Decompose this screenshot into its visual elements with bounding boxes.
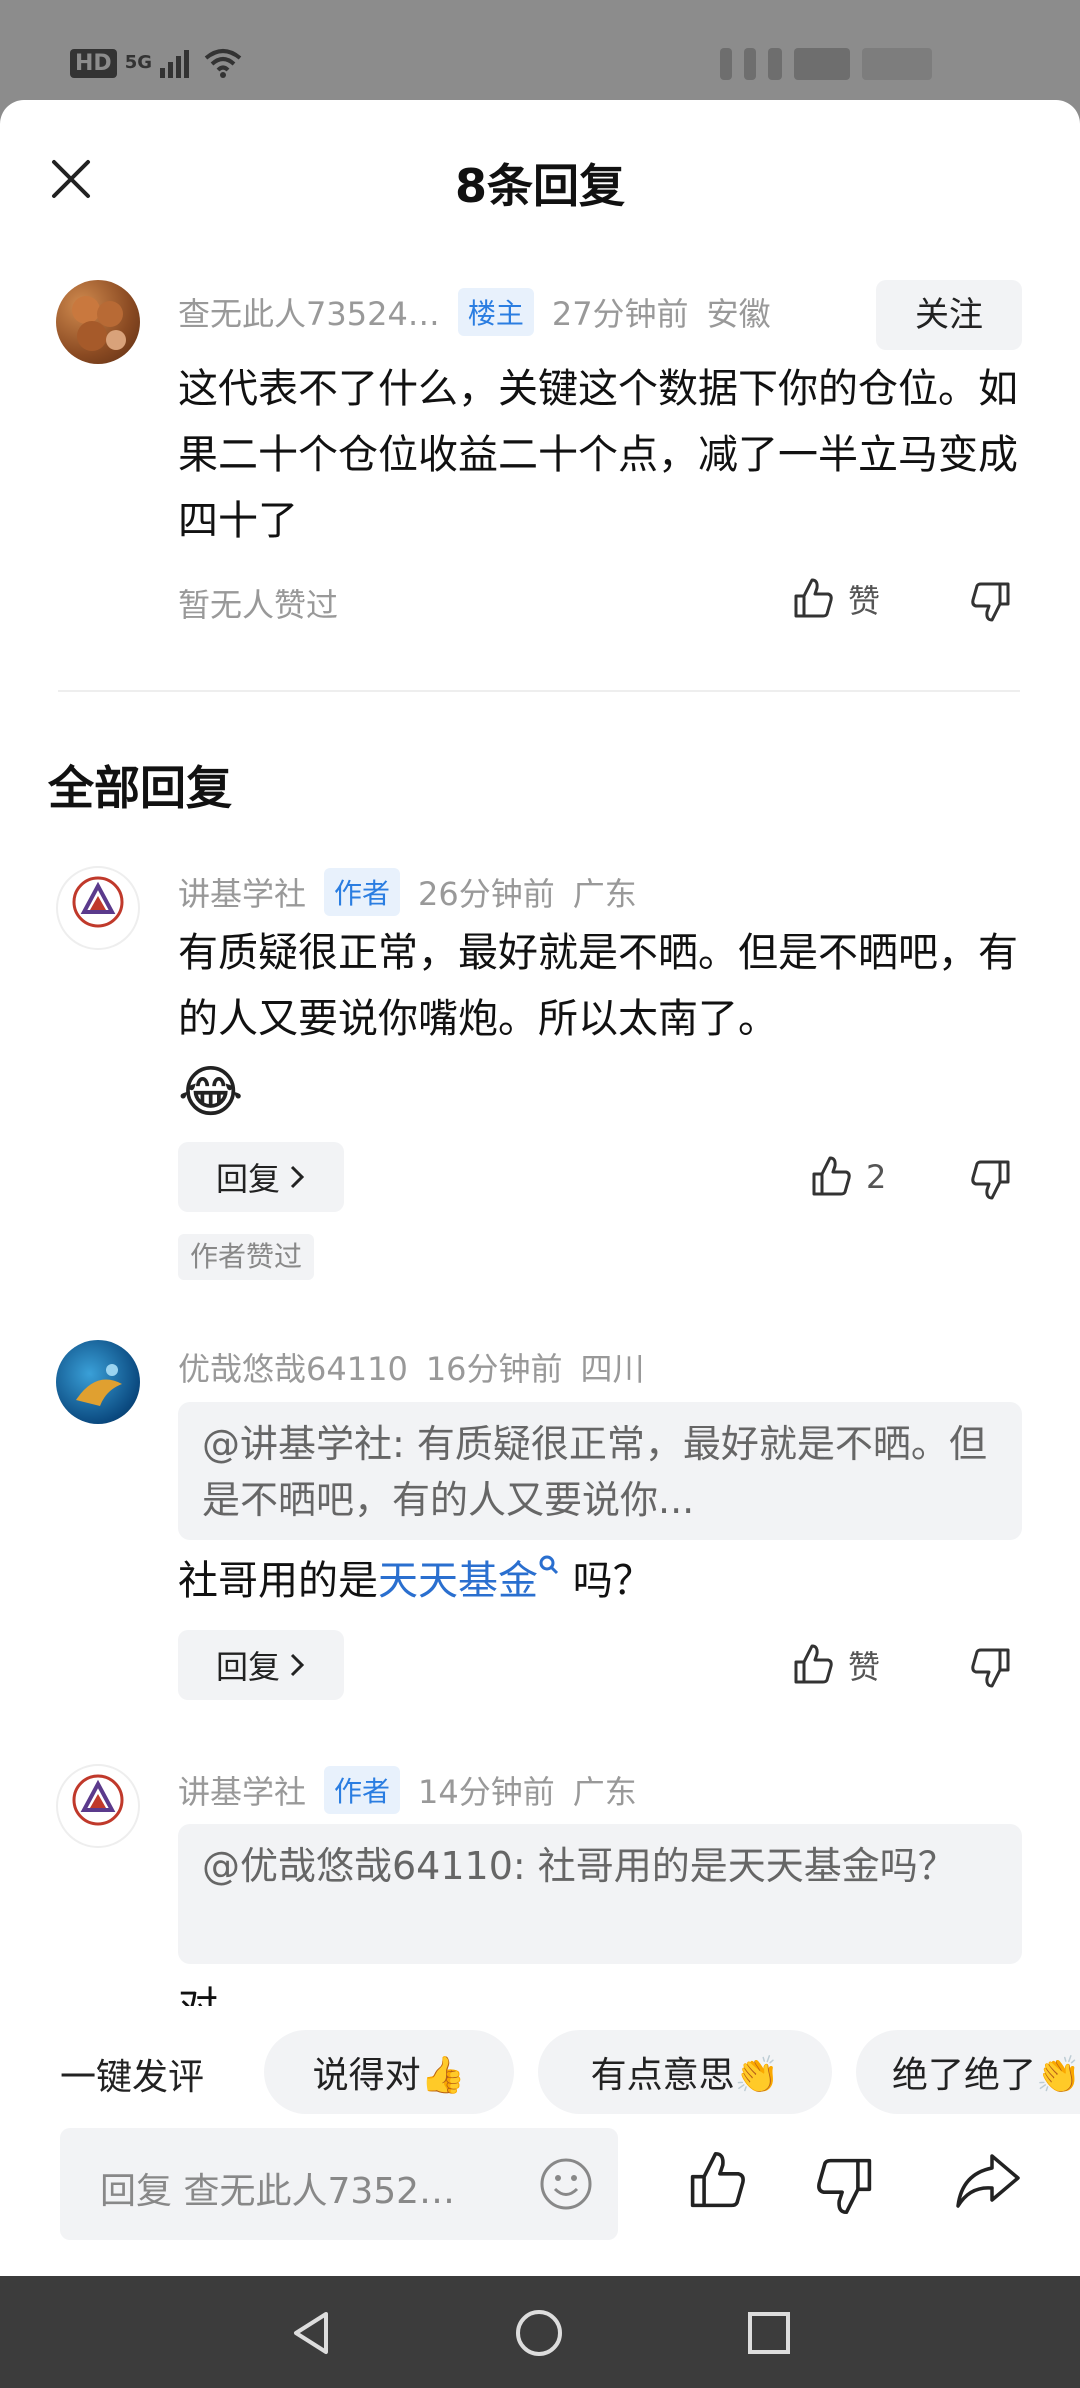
quoted-comment[interactable]: @优哉悠哉64110: 社哥用的是天天基金吗？ <box>178 1824 1022 1964</box>
quoted-comment[interactable]: @讲基学社: 有质疑很正常，最好就是不晒。但是不晒吧，有的人又要说你... <box>178 1402 1022 1540</box>
chevron-right-icon <box>290 1653 305 1677</box>
thumbs-up-icon <box>794 578 833 618</box>
avatar[interactable] <box>56 1764 140 1848</box>
status-left: HD 5G <box>70 48 242 78</box>
status-icon <box>768 48 782 80</box>
search-icon[interactable] <box>538 1554 560 1584</box>
username[interactable]: 优哉悠哉64110 <box>178 1344 408 1390</box>
author-badge: 作者 <box>324 1766 401 1814</box>
quick-comment-chip[interactable]: 有点意思👏 <box>538 2030 832 2114</box>
thumbs-down-icon[interactable] <box>968 1644 1014 1690</box>
reply-text-part: 社哥用的是 <box>178 1558 378 1604</box>
hd-badge: HD <box>70 48 117 78</box>
op-badge: 楼主 <box>457 288 534 336</box>
avatar-image <box>72 296 126 351</box>
recents-icon[interactable] <box>746 2310 792 2356</box>
avatar[interactable] <box>56 866 140 950</box>
reply-text-part: 吗？ <box>560 1558 653 1604</box>
thumbs-down-icon[interactable] <box>968 1156 1014 1202</box>
like-button[interactable]: 赞 <box>790 1642 880 1688</box>
reply-meta: 讲基学社 作者 14分钟前 广东 <box>178 1766 637 1814</box>
share-icon[interactable] <box>952 2148 1024 2214</box>
reply-input-placeholder: 回复 查无此人7352… <box>100 2171 456 2212</box>
status-icon <box>744 48 756 80</box>
location: 四川 <box>580 1350 645 1388</box>
like-count: 2 <box>866 1158 887 1196</box>
timestamp: 14分钟前 <box>418 1773 555 1811</box>
status-right <box>720 48 932 80</box>
page-title: 8条回复 <box>454 159 625 213</box>
thumbs-up-icon <box>794 1644 833 1684</box>
reply-label: 回复 <box>215 1648 280 1686</box>
section-title: 全部回复 <box>48 761 232 815</box>
status-icon <box>862 48 932 80</box>
system-nav-bar <box>0 2276 1080 2388</box>
logo-avatar <box>72 1774 124 1826</box>
thumbs-down-icon[interactable] <box>968 578 1014 624</box>
home-icon[interactable] <box>514 2308 564 2358</box>
status-bar: HD 5G <box>0 0 1080 100</box>
like-label: 赞 <box>848 1648 881 1686</box>
username[interactable]: 讲基学社 <box>178 1767 306 1813</box>
chevron-right-icon <box>290 1165 305 1189</box>
status-icon <box>720 48 732 80</box>
reply-label: 回复 <box>215 1160 280 1198</box>
replies-sheet: 8条回复 查无此人73524… 楼主 27分钟前 安徽 关注 这代表不了什么，关… <box>0 100 1080 2276</box>
network-type: 5G <box>124 52 152 73</box>
like-label: 赞 <box>848 582 881 620</box>
thumbs-up-icon[interactable] <box>684 2148 750 2214</box>
location: 广东 <box>572 1773 637 1811</box>
username[interactable]: 讲基学社 <box>178 869 306 915</box>
quick-comment-chip[interactable]: 绝了绝了👏 <box>856 2030 1080 2114</box>
reply-text: 社哥用的是天天基金 吗？ <box>178 1548 1028 1614</box>
username[interactable]: 查无此人73524… <box>178 289 440 335</box>
reply-text: 有质疑很正常，最好就是不晒。但是不晒吧，有的人又要说你嘴炮。所以太南了。 <box>178 930 1018 1042</box>
divider <box>58 690 1020 692</box>
author-badge: 作者 <box>324 868 401 916</box>
quick-comment-label: 一键发评 <box>60 2057 205 2098</box>
avatar[interactable] <box>56 280 140 364</box>
timestamp: 27分钟前 <box>551 295 689 333</box>
reply-meta: 优哉悠哉64110 16分钟前 四川 <box>178 1344 645 1390</box>
thumbs-down-icon[interactable] <box>812 2152 878 2218</box>
author-liked-badge: 作者赞过 <box>178 1234 315 1280</box>
likes-summary: 暂无人赞过 <box>178 586 339 624</box>
reply-input[interactable]: 回复 查无此人7352… <box>60 2128 618 2240</box>
sheet-header: 8条回复 <box>0 100 1080 258</box>
logo-avatar <box>72 876 124 928</box>
laugh-emoji: 😂 <box>178 1060 244 1125</box>
reply-meta: 讲基学社 作者 26分钟前 广东 <box>178 868 637 916</box>
location: 广东 <box>572 875 637 913</box>
location: 安徽 <box>706 295 771 333</box>
reply-button[interactable]: 回复 <box>178 1142 344 1212</box>
like-button[interactable]: 2 <box>808 1154 886 1200</box>
comment-text: 这代表不了什么，关键这个数据下你的仓位。如果二十个仓位收益二十个点，减了一半立马… <box>178 366 1018 544</box>
avatar[interactable] <box>56 1340 140 1424</box>
avatar-image <box>76 1364 122 1406</box>
emoji-icon[interactable] <box>538 2156 594 2212</box>
battery-icon <box>794 48 850 80</box>
follow-button[interactable]: 关注 <box>876 280 1022 350</box>
back-icon[interactable] <box>286 2308 336 2358</box>
like-button[interactable]: 赞 <box>790 576 880 622</box>
thumbs-up-icon <box>812 1156 851 1196</box>
wifi-icon <box>204 49 242 78</box>
signal-icon <box>160 50 189 78</box>
reply-button[interactable]: 回复 <box>178 1630 344 1700</box>
timestamp: 26分钟前 <box>418 875 555 913</box>
comment-meta: 查无此人73524… 楼主 27分钟前 安徽 <box>178 288 771 336</box>
quick-comment-chip[interactable]: 说得对👍 <box>264 2030 514 2114</box>
fund-link[interactable]: 天天基金 <box>378 1558 538 1604</box>
timestamp: 16分钟前 <box>425 1350 563 1388</box>
